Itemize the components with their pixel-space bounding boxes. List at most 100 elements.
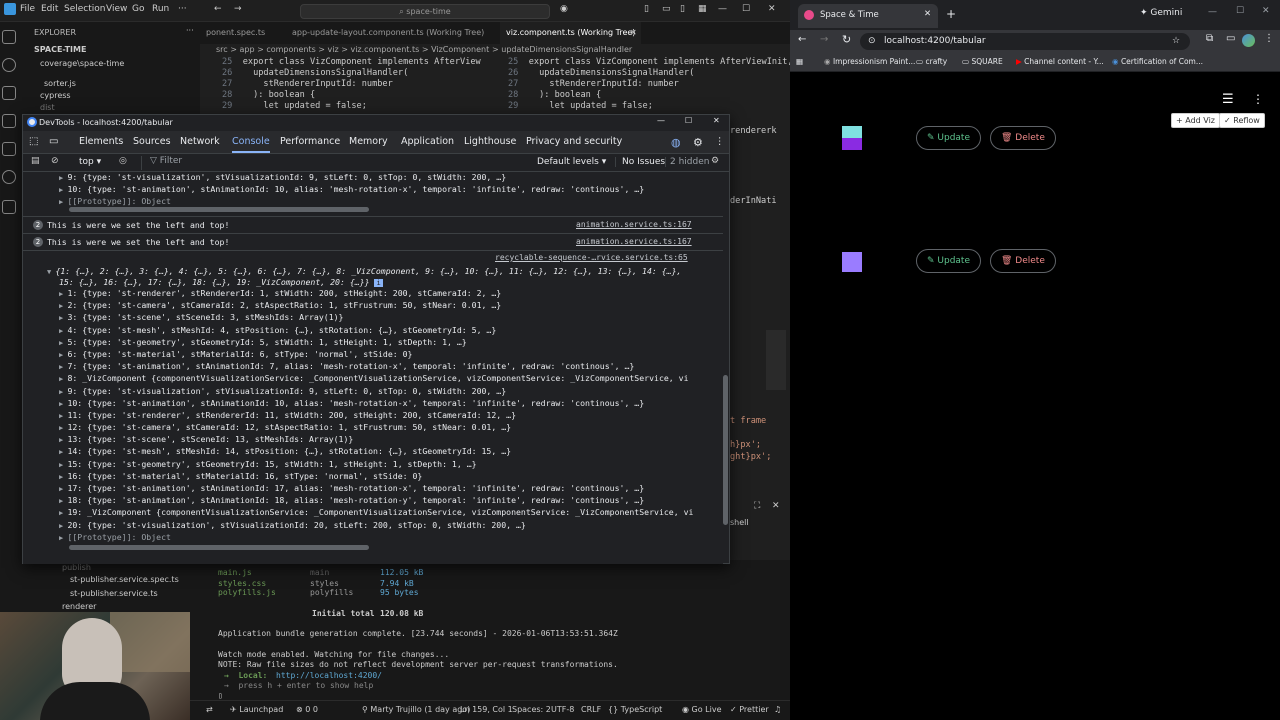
indent-status[interactable]: Spaces: 2: [512, 705, 551, 714]
breadcrumb-right[interactable]: > updateDimensionsSignalHandler: [492, 45, 632, 54]
term-local-url[interactable]: http://localhost:4200/: [276, 671, 382, 680]
maximize-panel-icon[interactable]: ⛶: [754, 501, 760, 511]
editor-left[interactable]: 25 export class VizComponent implements …: [200, 57, 490, 114]
reflow-button[interactable]: ✓ Reflow: [1219, 113, 1265, 128]
source-control-icon[interactable]: [2, 86, 16, 100]
encoding-status[interactable]: UTF-8: [551, 705, 574, 714]
menu-selection[interactable]: Selection: [64, 4, 105, 14]
apps-grid-icon[interactable]: ▦: [796, 57, 803, 66]
bookmark-crafty[interactable]: ▭ crafty: [916, 57, 947, 66]
tree-item-publish[interactable]: publish: [62, 563, 91, 572]
console-prototype-end[interactable]: ▶ [[Prototype]]: Object: [59, 532, 171, 542]
prettier-status[interactable]: ✓ Prettier: [730, 705, 769, 714]
log-levels-dropdown[interactable]: Default levels ▾: [537, 157, 606, 167]
object-entry-row[interactable]: ▶ 13: {type: 'st-scene', stSceneId: 13, …: [59, 434, 723, 446]
object-source-link[interactable]: recyclable-sequence-…rvice.service.ts:65: [495, 253, 688, 262]
close-icon[interactable]: ✕: [768, 4, 776, 14]
object-entry-row[interactable]: ▶ 6: {type: 'st-material', stMaterialId:…: [59, 349, 723, 361]
br-minimize-icon[interactable]: —: [1208, 7, 1217, 17]
remote-icon[interactable]: [2, 170, 16, 184]
maximize-icon[interactable]: ☐: [742, 4, 750, 14]
browser-menu-icon[interactable]: ⋮: [1264, 33, 1274, 44]
bookmark-square[interactable]: ▭ SQUARE: [962, 57, 1003, 66]
forward-arrow-icon[interactable]: →: [820, 34, 828, 45]
blame-status[interactable]: ⚲ Marty Trujillo (1 day ago): [362, 705, 470, 714]
menu-run[interactable]: Run: [152, 4, 169, 14]
console-entry[interactable]: ▶ 10: {type: 'st-animation', stAnimation…: [59, 184, 644, 194]
menu-view[interactable]: View: [106, 4, 127, 14]
more-options-icon[interactable]: ⋮: [715, 136, 725, 147]
tab-elements[interactable]: Elements: [79, 136, 123, 147]
object-entry-row[interactable]: ▶ 7: {type: 'st-animation', stAnimationI…: [59, 361, 723, 373]
tab-performance[interactable]: Performance: [280, 136, 340, 147]
back-arrow-icon[interactable]: ←: [798, 34, 806, 45]
close-panel-icon[interactable]: ✕: [772, 501, 780, 511]
explorer-icon[interactable]: [2, 30, 16, 44]
tree-item-sorter[interactable]: sorter.js: [44, 79, 76, 88]
new-tab-plus-icon[interactable]: +: [946, 7, 956, 21]
launchpad-status[interactable]: ✈ Launchpad: [230, 705, 283, 714]
object-entry-row[interactable]: ▶ 17: {type: 'st-animation', stAnimation…: [59, 483, 723, 495]
term-cursor[interactable]: ▯: [218, 691, 223, 700]
object-entry-row[interactable]: ▶ 14: {type: 'st-mesh', stMeshId: 14, st…: [59, 446, 723, 458]
object-entry-row[interactable]: ▶ 2: {type: 'st-camera', stCameraId: 2, …: [59, 300, 723, 312]
more-menu-icon[interactable]: ···: [178, 4, 187, 14]
add-viz-button[interactable]: + Add Viz: [1171, 113, 1220, 128]
object-entry-row[interactable]: ▶ 19: _VizComponent {componentVisualizat…: [59, 507, 723, 519]
toggle-panel-icon[interactable]: ▭: [662, 4, 671, 14]
toggle-secondary-icon[interactable]: ▯: [680, 4, 685, 14]
console-prototype[interactable]: ▶ [[Prototype]]: Object: [59, 196, 171, 206]
object-entry-row[interactable]: ▶ 8: _VizComponent {componentVisualizati…: [59, 373, 723, 385]
settings-gear-icon[interactable]: ⚙: [693, 136, 703, 149]
object-entry-row[interactable]: ▶ 10: {type: 'st-animation', stAnimation…: [59, 398, 723, 410]
browser-tab-active[interactable]: Space & Time ✕: [798, 4, 938, 28]
minimap-slider[interactable]: [766, 330, 786, 390]
forward-arrow-icon[interactable]: →: [234, 4, 242, 14]
tab-close-icon[interactable]: ✕: [624, 22, 643, 44]
tree-item-publisher-spec[interactable]: st-publisher.service.spec.ts: [70, 575, 179, 584]
object-entry-row[interactable]: ▶ 4: {type: 'st-mesh', stMeshId: 4, stPo…: [59, 325, 723, 337]
update-button-1[interactable]: ✎ Update: [916, 126, 982, 150]
br-maximize-icon[interactable]: ☐: [1236, 6, 1244, 16]
object-entry-row[interactable]: ▶ 5: {type: 'st-geometry', stGeometryId:…: [59, 337, 723, 349]
eol-status[interactable]: CRLF: [581, 705, 601, 714]
tree-item-cypress[interactable]: cypress: [40, 91, 71, 100]
update-button-2[interactable]: ✎ Update: [916, 249, 982, 273]
profile-avatar[interactable]: [1242, 34, 1255, 47]
object-entry-row[interactable]: ▶ 9: {type: 'st-visualization', stVisual…: [59, 386, 723, 398]
extensions-icon[interactable]: [2, 142, 16, 156]
source-link[interactable]: animation.service.ts:167: [576, 237, 692, 246]
terminal-shell-label[interactable]: shell: [730, 518, 749, 527]
site-info-icon[interactable]: ⊙: [868, 33, 876, 50]
page-more-icon[interactable]: ⋮: [1252, 92, 1264, 106]
object-entry-row[interactable]: ▶ 18: {type: 'st-animation', stAnimation…: [59, 495, 723, 507]
gemini-button[interactable]: ✦ Gemini: [1140, 8, 1182, 18]
tab-privacy-security[interactable]: Privacy and security: [526, 136, 622, 147]
copilot-icon[interactable]: ◉: [560, 4, 568, 14]
ai-assistance-icon[interactable]: ◍: [671, 136, 681, 149]
object-entry-row[interactable]: ▶ 12: {type: 'st-camera', stCameraId: 12…: [59, 422, 723, 434]
object-entry-row[interactable]: ▶ 20: {type: 'st-visualization', stVisua…: [59, 520, 723, 532]
tab-console[interactable]: Console: [232, 136, 270, 153]
tab-lighthouse[interactable]: Lighthouse: [464, 136, 516, 147]
problems-status[interactable]: ⊗ 0 0: [296, 705, 318, 714]
extension-icon[interactable]: ⧉: [1206, 33, 1213, 44]
explorer-more-icon[interactable]: ···: [186, 26, 194, 35]
tab-application[interactable]: Application: [401, 136, 454, 147]
object-entry-row[interactable]: ▶ 16: {type: 'st-material', stMaterialId…: [59, 471, 723, 483]
console-output[interactable]: ▶ 9: {type: 'st-visualization', stVisual…: [23, 172, 723, 564]
clear-console-icon[interactable]: ⊘: [51, 156, 59, 166]
run-debug-icon[interactable]: [2, 114, 16, 128]
back-arrow-icon[interactable]: ←: [214, 4, 222, 14]
layout-icon[interactable]: ▦: [698, 4, 707, 14]
br-close-icon[interactable]: ✕: [1262, 6, 1270, 16]
language-status[interactable]: {} TypeScript: [608, 705, 662, 714]
tab-memory[interactable]: Memory: [349, 136, 388, 147]
delete-button-1[interactable]: 🗑 Delete: [990, 126, 1056, 150]
object-summary[interactable]: ▼ {1: {…}, 2: {…}, 3: {…}, 4: {…}, 5: {……: [47, 266, 681, 276]
dt-minimize-icon[interactable]: —: [657, 116, 665, 125]
tree-item-renderer[interactable]: renderer: [62, 602, 96, 611]
menu-edit[interactable]: Edit: [41, 4, 58, 14]
dt-close-icon[interactable]: ✕: [713, 116, 720, 125]
project-title[interactable]: SPACE-TIME: [34, 45, 86, 54]
